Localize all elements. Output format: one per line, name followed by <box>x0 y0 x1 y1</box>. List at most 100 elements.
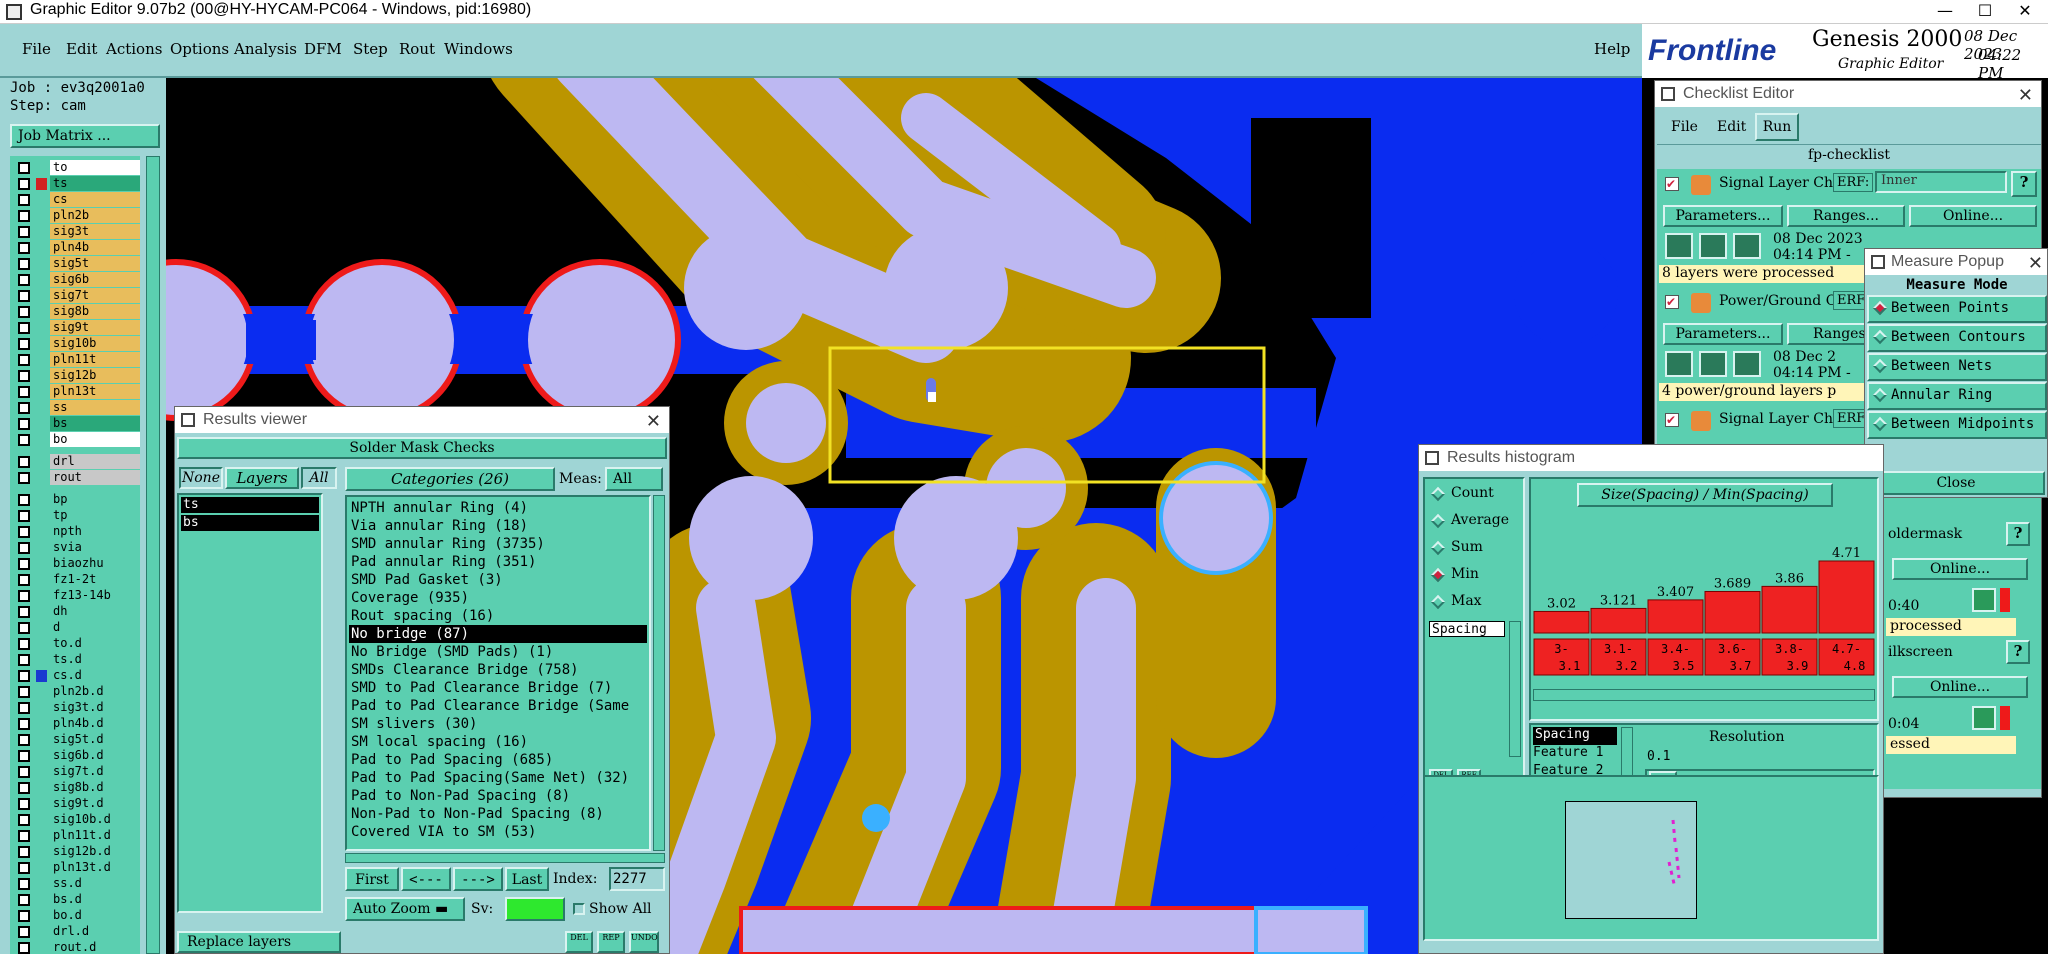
layer-affected-indicator[interactable] <box>36 338 47 350</box>
menu-file[interactable]: File <box>22 40 51 58</box>
layer-affected-indicator[interactable] <box>36 942 47 954</box>
layer-affected-indicator[interactable] <box>36 274 47 286</box>
layer-row-sig9t[interactable]: sig9t <box>10 320 140 336</box>
layer-affected-indicator[interactable] <box>36 894 47 906</box>
category-item[interactable]: Pad to Non-Pad Spacing (8) <box>349 787 647 805</box>
menu-windows[interactable]: Windows <box>444 40 513 58</box>
layer-affected-indicator[interactable] <box>36 750 47 762</box>
layer-visibility-checkbox[interactable] <box>18 926 30 938</box>
layer-row-to[interactable]: to <box>10 160 140 176</box>
layer-visibility-checkbox[interactable] <box>18 290 30 302</box>
layer-row-sig5t[interactable]: sig5t <box>10 256 140 272</box>
run-action-icon[interactable] <box>1733 233 1761 259</box>
online-button[interactable]: Online... <box>1892 558 2028 580</box>
close-icon[interactable]: ✕ <box>2028 251 2043 277</box>
layer-affected-indicator[interactable] <box>36 194 47 206</box>
layer-row-fz1-2t[interactable]: fz1-2t <box>10 572 140 588</box>
layer-row-drl-d[interactable]: drl.d <box>10 924 140 940</box>
layer-row-sig8b[interactable]: sig8b <box>10 304 140 320</box>
layer-row-fz13-14b[interactable]: fz13-14b <box>10 588 140 604</box>
histogram-radio-sum[interactable] <box>1430 540 1446 556</box>
layer-visibility-checkbox[interactable] <box>18 702 30 714</box>
help-button[interactable]: ? <box>2006 522 2030 546</box>
layer-row-sig12b-d[interactable]: sig12b.d <box>10 844 140 860</box>
category-item[interactable]: Via annular Ring (18) <box>349 517 647 535</box>
ranges-button[interactable]: Ranges... <box>1787 205 1905 227</box>
layer-visibility-checkbox[interactable] <box>18 526 30 538</box>
layer-visibility-checkbox[interactable] <box>18 942 30 954</box>
layer-affected-indicator[interactable] <box>36 456 47 468</box>
layer-visibility-checkbox[interactable] <box>18 418 30 430</box>
close-icon[interactable]: ✕ <box>2018 83 2033 109</box>
layer-visibility-checkbox[interactable] <box>18 456 30 468</box>
checklist-menu-edit[interactable]: Edit <box>1717 119 1746 135</box>
histogram-bar[interactable] <box>1818 560 1875 634</box>
sv-color-select[interactable] <box>505 897 565 921</box>
layer-visibility-checkbox[interactable] <box>18 590 30 602</box>
layer-row-bs[interactable]: bs <box>10 416 140 432</box>
measure-mode-option[interactable]: Between Contours <box>1867 324 2047 352</box>
histogram-radio-min[interactable] <box>1430 567 1446 583</box>
measure-mode-option[interactable]: Annular Ring <box>1867 382 2047 410</box>
layer-row-rout-d[interactable]: rout.d <box>10 940 140 954</box>
layer-visibility-checkbox[interactable] <box>18 670 30 682</box>
layer-visibility-checkbox[interactable] <box>18 734 30 746</box>
online-button[interactable]: Online... <box>1892 676 2028 698</box>
layer-row-sig6b[interactable]: sig6b <box>10 272 140 288</box>
category-item[interactable]: SMD to Pad Clearance Bridge (7) <box>349 679 647 697</box>
layer-visibility-checkbox[interactable] <box>18 798 30 810</box>
checklist-menu-run[interactable]: Run <box>1755 113 1799 141</box>
layer-affected-indicator[interactable] <box>36 782 47 794</box>
zoom-icon[interactable] <box>1972 706 1996 730</box>
layer-row-sig3t-d[interactable]: sig3t.d <box>10 700 140 716</box>
layer-affected-indicator[interactable] <box>36 606 47 618</box>
layer-affected-indicator[interactable] <box>36 472 47 484</box>
layer-row-pln2b[interactable]: pln2b <box>10 208 140 224</box>
layer-visibility-checkbox[interactable] <box>18 322 30 334</box>
histogram-hscrollbar[interactable] <box>1533 689 1875 701</box>
layer-row-ts[interactable]: ts <box>10 176 140 192</box>
show-all-checkbox[interactable] <box>573 903 585 915</box>
erf-value[interactable]: Inner <box>1875 171 2007 193</box>
layer-row-drl[interactable]: drl <box>10 454 140 470</box>
rep-button[interactable]: REP <box>597 931 625 953</box>
layer-affected-indicator[interactable] <box>36 718 47 730</box>
layer-visibility-checkbox[interactable] <box>18 210 30 222</box>
layer-visibility-checkbox[interactable] <box>18 606 30 618</box>
layer-visibility-checkbox[interactable] <box>18 338 30 350</box>
zoom-icon[interactable] <box>1972 588 1996 612</box>
layer-affected-indicator[interactable] <box>36 226 47 238</box>
layer-row-sig6b-d[interactable]: sig6b.d <box>10 748 140 764</box>
menu-step[interactable]: Step <box>353 40 388 58</box>
layer-row-pln13t[interactable]: pln13t <box>10 384 140 400</box>
layer-row-pln4b-d[interactable]: pln4b.d <box>10 716 140 732</box>
action-checkbox[interactable]: ✔ <box>1665 413 1679 427</box>
layer-affected-indicator[interactable] <box>36 210 47 222</box>
menu-dfm[interactable]: DFM <box>304 40 342 58</box>
layer-affected-indicator[interactable] <box>36 306 47 318</box>
menu-edit[interactable]: Edit <box>66 40 97 58</box>
checklist-menu-file[interactable]: File <box>1671 119 1698 135</box>
first-button[interactable]: First <box>345 867 399 891</box>
layer-affected-indicator[interactable] <box>36 162 47 174</box>
layer-affected-indicator[interactable] <box>36 798 47 810</box>
layer-affected-indicator[interactable] <box>36 242 47 254</box>
layer-row-cs-d[interactable]: cs.d <box>10 668 140 684</box>
zoom-select[interactable]: Auto Zoom ▬ <box>345 897 465 921</box>
layer-row-npth[interactable]: npth <box>10 524 140 540</box>
menu-options[interactable]: Options <box>170 40 229 58</box>
layer-row-ts-d[interactable]: ts.d <box>10 652 140 668</box>
layer-row-sig9t-d[interactable]: sig9t.d <box>10 796 140 812</box>
layer-visibility-checkbox[interactable] <box>18 274 30 286</box>
parameters-button[interactable]: Parameters... <box>1663 205 1783 227</box>
layer-row-bo-d[interactable]: bo.d <box>10 908 140 924</box>
next-button[interactable]: ---> <box>453 867 503 891</box>
layer-visibility-checkbox[interactable] <box>18 472 30 484</box>
histogram-bar[interactable] <box>1761 585 1818 634</box>
layer-visibility-checkbox[interactable] <box>18 750 30 762</box>
layer-visibility-checkbox[interactable] <box>18 226 30 238</box>
layer-affected-indicator[interactable] <box>36 926 47 938</box>
result-layer-item[interactable]: ts <box>181 497 319 513</box>
layer-visibility-checkbox[interactable] <box>18 510 30 522</box>
histogram-radio-count[interactable] <box>1430 486 1446 502</box>
